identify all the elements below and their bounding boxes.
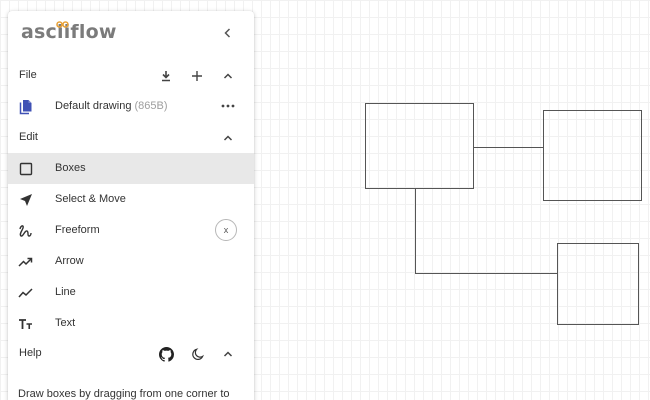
tool-boxes[interactable]: Boxes [8,153,254,184]
help-text: Draw boxes by dragging from one corner t… [18,388,230,400]
drawing-item[interactable]: Default drawing (865B) [8,91,254,122]
freeform-clear-button[interactable]: x [215,219,237,241]
chevron-up-icon [223,351,233,357]
edit-section-label: Edit [19,131,38,143]
chevron-left-icon [224,28,231,38]
chevron-up-icon [223,135,233,141]
drawing-size: (865B) [134,100,168,112]
file-section-label: File [19,69,37,81]
new-drawing-button[interactable] [187,66,207,86]
edit-section-header: Edit [8,123,254,153]
tool-label: Select & Move [55,193,126,205]
download-button[interactable] [156,66,176,86]
logo-accent-icon [56,21,69,28]
drawing-more-button[interactable] [219,97,237,115]
collapse-panel-button[interactable] [218,23,238,43]
drawn-box[interactable] [543,110,642,201]
edit-section-toggle[interactable] [218,128,238,148]
tool-label: Freeform [55,224,100,236]
tool-arrow[interactable]: Arrow [8,246,254,277]
more-horizontal-icon [221,104,235,108]
drawing-name: Default drawing [55,100,132,112]
tool-line[interactable]: Line [8,277,254,308]
dark-mode-toggle[interactable] [187,344,207,364]
file-copy-icon [17,98,34,115]
text-fields-icon [17,315,34,332]
tool-label: Boxes [55,162,86,174]
download-icon [162,71,170,82]
help-section-toggle[interactable] [218,344,238,364]
tool-label: Arrow [55,255,84,267]
github-icon [158,346,174,362]
tool-label: Text [55,317,76,329]
file-section-toggle[interactable] [218,66,238,86]
dark-mode-icon [191,347,204,360]
square-icon [17,160,34,177]
chevron-up-icon [223,73,233,79]
drawn-box[interactable] [365,103,474,189]
tool-select-move[interactable]: Select & Move [8,184,254,215]
tool-text[interactable]: Text [8,308,254,339]
help-section-header: Help [8,339,254,369]
navigation-arrow-icon [17,191,34,208]
tool-freeform[interactable]: Freeform x [8,215,254,246]
help-section-label: Help [19,347,42,359]
file-section-header: File [8,61,254,91]
github-link[interactable] [156,344,176,364]
add-icon [192,71,202,81]
gesture-icon [17,222,34,239]
tool-label: Line [55,286,76,298]
logo-row: asciiflow [8,11,254,55]
side-panel: asciiflow File Default drawing (865B) Ed… [8,11,254,400]
drawn-box[interactable] [557,243,639,325]
show-chart-icon [17,284,34,301]
trending-up-icon [17,253,34,270]
